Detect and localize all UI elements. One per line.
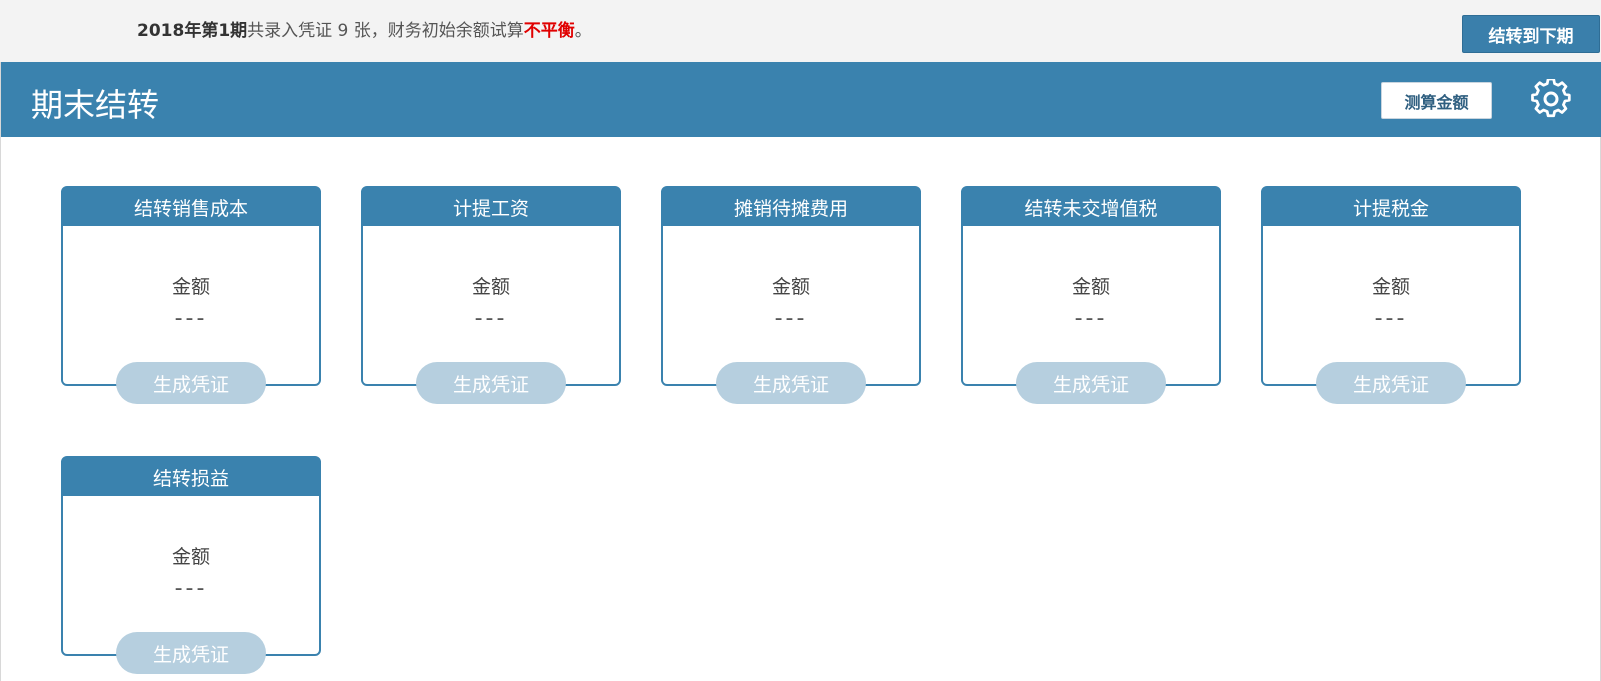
amount-label: 金额 bbox=[1071, 276, 1110, 298]
summary-end: 。 bbox=[574, 21, 592, 41]
generate-voucher-button[interactable]: 生成凭证 bbox=[416, 362, 566, 404]
card-title: 计提税金 bbox=[1263, 188, 1519, 226]
amount-value: --- bbox=[774, 306, 808, 331]
card-title: 摊销待摊费用 bbox=[663, 188, 919, 226]
card-profit-loss: 结转损益 金额 --- 生成凭证 bbox=[61, 456, 321, 674]
generate-voucher-button[interactable]: 生成凭证 bbox=[116, 362, 266, 404]
generate-voucher-button[interactable]: 生成凭证 bbox=[1316, 362, 1466, 404]
amount-label: 金额 bbox=[171, 276, 210, 298]
amount-value: --- bbox=[174, 576, 208, 601]
generate-voucher-button[interactable]: 生成凭证 bbox=[716, 362, 866, 404]
balance-status: 不平衡 bbox=[523, 21, 575, 41]
card-accrue-taxes: 计提税金 金额 --- 生成凭证 bbox=[1261, 186, 1521, 404]
carry-to-next-period-button[interactable]: 结转到下期 bbox=[1462, 15, 1600, 53]
generate-voucher-button[interactable]: 生成凭证 bbox=[1016, 362, 1166, 404]
generate-voucher-button[interactable]: 生成凭证 bbox=[116, 632, 266, 674]
period-label: 2018年第1期 bbox=[137, 21, 248, 41]
amount-value: --- bbox=[174, 306, 208, 331]
summary-text: 共录入凭证 9 张，财务初始余额试算 bbox=[247, 21, 524, 41]
amount-value: --- bbox=[474, 306, 508, 331]
card-sales-cost: 结转销售成本 金额 --- 生成凭证 bbox=[61, 186, 321, 404]
card-title: 计提工资 bbox=[363, 188, 619, 226]
card-title: 结转损益 bbox=[63, 458, 319, 496]
card-title: 结转销售成本 bbox=[63, 188, 319, 226]
voucher-summary: 2018年第1期共录入凭证 9 张，财务初始余额试算不平衡。 bbox=[137, 16, 592, 41]
amount-label: 金额 bbox=[171, 546, 210, 568]
gear-icon[interactable] bbox=[1531, 77, 1571, 119]
amount-value: --- bbox=[1074, 306, 1108, 331]
page-title: 期末结转 bbox=[31, 86, 160, 124]
card-title: 结转未交增值税 bbox=[963, 188, 1219, 226]
calculate-amount-button[interactable]: 测算金额 bbox=[1381, 82, 1492, 119]
amount-label: 金额 bbox=[1371, 276, 1410, 298]
top-status-bar: 2018年第1期共录入凭证 9 张，财务初始余额试算不平衡。 结转到下期 bbox=[0, 0, 1601, 62]
panel-header: 期末结转 测算金额 bbox=[1, 62, 1601, 137]
card-unpaid-vat: 结转未交增值税 金额 --- 生成凭证 bbox=[961, 186, 1221, 404]
card-accrue-wages: 计提工资 金额 --- 生成凭证 bbox=[361, 186, 621, 404]
amount-label: 金额 bbox=[471, 276, 510, 298]
amount-value: --- bbox=[1374, 306, 1408, 331]
amount-label: 金额 bbox=[771, 276, 810, 298]
card-amortize-prepaid: 摊销待摊费用 金额 --- 生成凭证 bbox=[661, 186, 921, 404]
